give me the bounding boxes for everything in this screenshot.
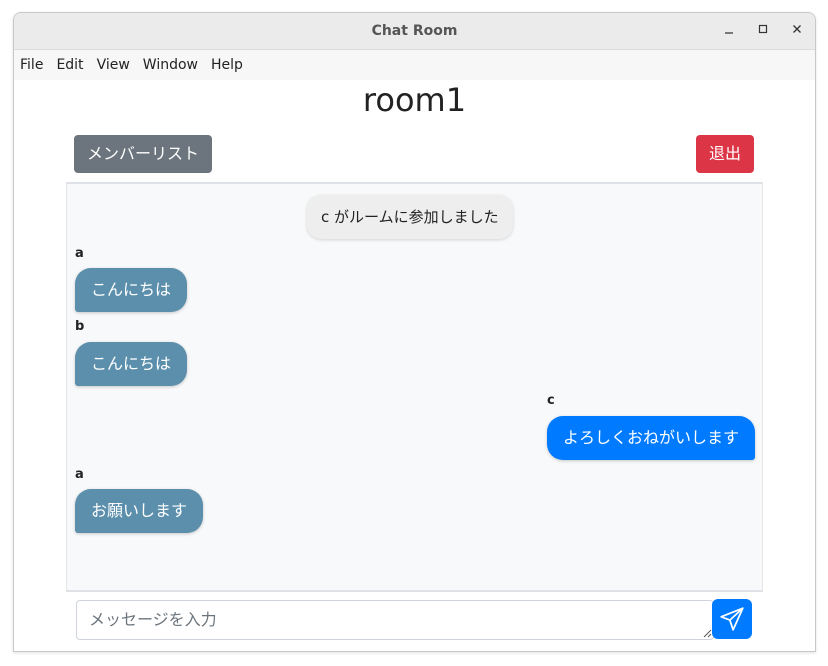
close-icon[interactable] [780, 13, 814, 49]
menu-view[interactable]: View [97, 57, 130, 73]
message-sender: b [75, 319, 85, 334]
message-input-wrapper [76, 600, 714, 640]
message-sender: c [547, 393, 555, 408]
title-bar[interactable]: Chat Room [14, 13, 815, 50]
window-title: Chat Room [371, 23, 458, 39]
exit-button[interactable]: 退出 [696, 135, 754, 173]
member-list-button[interactable]: メンバーリスト [74, 135, 212, 173]
menu-bar: File Edit View Window Help [14, 50, 815, 80]
message-bubble: こんにちは [75, 268, 188, 312]
message-input[interactable] [77, 601, 701, 637]
app-window: Chat Room File Edit View Window Help roo… [13, 12, 816, 652]
maximize-icon[interactable] [746, 13, 780, 49]
resize-grip-icon[interactable] [702, 628, 712, 638]
minimize-icon[interactable] [712, 13, 746, 49]
message-bubble: お願いします [75, 489, 204, 533]
send-button[interactable] [712, 599, 752, 639]
menu-edit[interactable]: Edit [56, 57, 83, 73]
message-bubble: こんにちは [75, 342, 188, 386]
system-message: c がルームに参加しました [307, 195, 513, 239]
menu-help[interactable]: Help [211, 57, 243, 73]
own-message-bubble: よろしくおねがいします [547, 416, 756, 460]
message-sender: a [75, 467, 84, 482]
message-sender: a [75, 246, 84, 261]
menu-file[interactable]: File [20, 57, 43, 73]
menu-window[interactable]: Window [143, 57, 198, 73]
room-title: room1 [362, 81, 467, 119]
chat-messages[interactable]: c がルームに参加しました a こんにちは b こんにちは c よろしくおねがい… [66, 182, 763, 592]
paper-plane-icon [720, 607, 744, 631]
